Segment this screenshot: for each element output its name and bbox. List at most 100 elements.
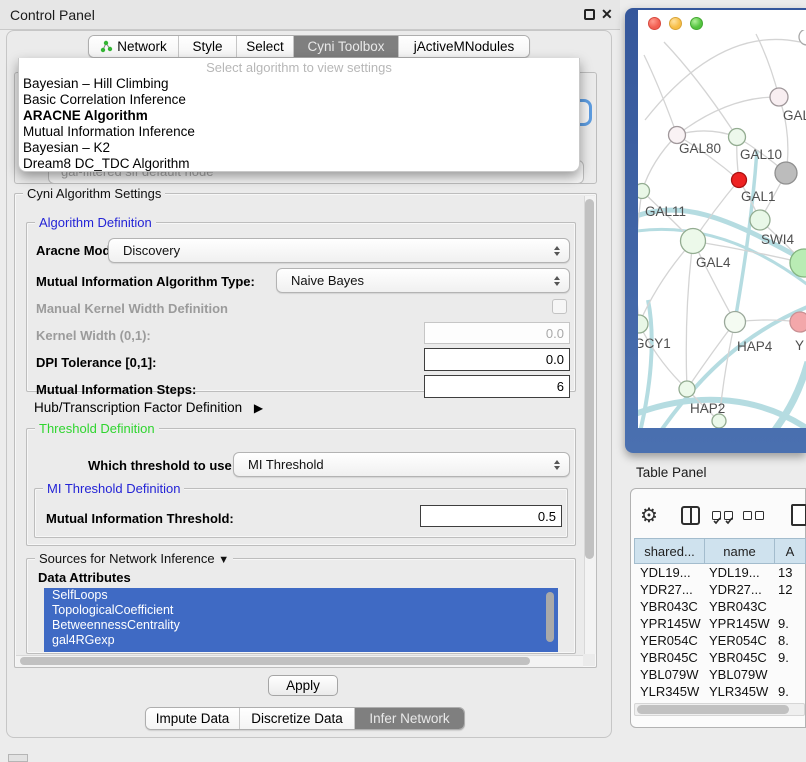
tab-style[interactable]: Style [178, 36, 236, 57]
network-node[interactable] [725, 312, 746, 333]
table-row[interactable]: YDR27...YDR27...12 [634, 581, 806, 598]
network-edge[interactable] [639, 324, 687, 389]
network-node[interactable] [750, 210, 770, 230]
column-header[interactable]: name [705, 538, 775, 564]
network-edge[interactable] [644, 55, 677, 135]
network-node[interactable] [790, 312, 806, 332]
network-node[interactable] [732, 173, 747, 188]
network-edge[interactable] [638, 191, 642, 324]
column-header[interactable]: A [775, 538, 806, 564]
network-edge[interactable] [693, 241, 735, 322]
mi-threshold-field[interactable]: 0.5 [420, 505, 562, 527]
network-node[interactable] [681, 229, 706, 254]
settings-hscroll-thumb[interactable] [20, 657, 530, 665]
network-edge[interactable] [686, 241, 693, 389]
network-node[interactable] [638, 184, 650, 199]
network-node[interactable] [679, 381, 695, 397]
network-node[interactable] [799, 30, 806, 45]
table-cell[interactable]: YDL19... [705, 565, 775, 580]
tab-select[interactable]: Select [236, 36, 293, 57]
checkbox-checked-icon[interactable] [724, 511, 733, 520]
column-header[interactable]: shared... [634, 538, 705, 564]
attribute-item[interactable]: TopologicalCoefficient [44, 603, 558, 618]
table-row[interactable]: YLR345WYLR345W9. [634, 683, 806, 700]
tab-infer-network[interactable]: Infer Network [354, 708, 464, 729]
table-cell[interactable]: YLR345W [634, 684, 705, 699]
new-table-icon[interactable] [791, 504, 806, 526]
table-cell[interactable]: YER054C [634, 633, 705, 648]
dpi-tolerance-field[interactable]: 0.0 [424, 348, 570, 371]
table-cell[interactable]: 9. [775, 684, 806, 699]
tab-impute-data[interactable]: Impute Data [146, 708, 239, 729]
table-cell[interactable]: YBR043C [634, 599, 705, 614]
table-cell[interactable]: 8. [775, 633, 806, 648]
which-threshold-combobox[interactable]: MI Threshold [233, 452, 570, 477]
table-cell[interactable]: YBR043C [705, 599, 775, 614]
table-cell[interactable]: YBL079W [634, 667, 705, 682]
table-cell[interactable]: YBR045C [705, 650, 775, 665]
apply-button[interactable]: Apply [268, 675, 338, 696]
tab-cyni-toolbox[interactable]: Cyni Toolbox [293, 36, 398, 57]
settings-vscroll-thumb[interactable] [585, 199, 594, 559]
network-graph[interactable]: GALGAL80GAL10GAL1GAL11SWI4GAL4GCY1HAP4YH… [638, 30, 806, 428]
table-row[interactable]: YBR043CYBR043C [634, 598, 806, 615]
table-cell[interactable]: YDL19... [634, 565, 705, 580]
split-columns-icon[interactable] [681, 506, 700, 525]
collapse-down-icon[interactable]: ▼ [218, 554, 229, 566]
float-window-icon[interactable] [584, 9, 595, 20]
data-attributes-list[interactable]: SelfLoops TopologicalCoefficient Between… [44, 588, 558, 652]
aracne-mode-combobox[interactable]: Discovery [108, 238, 570, 263]
table-cell[interactable]: 13 [775, 565, 806, 580]
network-node[interactable] [638, 315, 648, 333]
table-cell[interactable]: YLR345W [705, 684, 775, 699]
table-cell[interactable]: 12 [775, 582, 806, 597]
algorithm-option[interactable]: Bayesian – Hill Climbing [19, 76, 579, 92]
table-cell[interactable]: YER054C [705, 633, 775, 648]
attribute-item[interactable]: BetweennessCentrality [44, 618, 558, 633]
table-row[interactable]: YPR145WYPR145W9. [634, 615, 806, 632]
algorithm-option[interactable]: Bayesian – K2 [19, 140, 579, 156]
table-cell[interactable]: YDR27... [705, 582, 775, 597]
hub-definition-toggle[interactable]: Hub/Transcription Factor Definition ▶ [34, 400, 263, 415]
network-edge[interactable] [664, 42, 737, 137]
checkbox-unchecked-icon[interactable] [743, 511, 752, 520]
gear-icon[interactable]: ⚙ [640, 503, 658, 528]
table-row[interactable]: YER054CYER054C8. [634, 632, 806, 649]
checkbox-checked-icon[interactable] [712, 511, 721, 520]
table-cell[interactable]: YPR145W [705, 616, 775, 631]
table-row[interactable]: YBR045CYBR045C9. [634, 649, 806, 666]
algorithm-option[interactable]: Mutual Information Inference [19, 124, 579, 140]
network-node[interactable] [775, 162, 797, 184]
table-row[interactable]: YBL079WYBL079W [634, 666, 806, 683]
network-edge[interactable] [639, 241, 693, 324]
attributes-list-scrollbar[interactable] [546, 592, 554, 642]
table-cell[interactable]: YPR145W [634, 616, 705, 631]
network-node[interactable] [712, 414, 726, 428]
manual-kernel-checkbox[interactable] [552, 299, 567, 314]
close-icon[interactable]: ✕ [601, 6, 613, 23]
table-hscroll-thumb[interactable] [637, 705, 789, 714]
window-zoom-button[interactable] [690, 17, 703, 30]
mi-steps-field[interactable]: 6 [424, 375, 570, 398]
table-row[interactable]: YDL19...YDL19...13 [634, 564, 806, 581]
table-cell[interactable]: YBR045C [634, 650, 705, 665]
network-edge[interactable] [677, 97, 779, 135]
tab-network[interactable]: Network [89, 36, 178, 57]
window-close-button[interactable] [648, 17, 661, 30]
algorithm-option[interactable]: Basic Correlation Inference [19, 92, 579, 108]
table-cell[interactable]: 9. [775, 616, 806, 631]
network-node[interactable] [729, 129, 746, 146]
attribute-item[interactable]: SelfLoops [44, 588, 558, 603]
tab-jactivemnodules[interactable]: jActiveMNodules [398, 36, 529, 57]
checkbox-unchecked-icon[interactable] [755, 511, 764, 520]
minimized-panel-stub[interactable] [8, 754, 28, 762]
table-cell[interactable]: 9. [775, 650, 806, 665]
window-minimize-button[interactable] [669, 17, 682, 30]
table-cell[interactable]: YBL079W [705, 667, 775, 682]
network-edge[interactable] [642, 135, 677, 191]
algorithm-option-selected[interactable]: ARACNE Algorithm [19, 108, 579, 124]
attribute-item[interactable]: gal4RGexp [44, 633, 558, 648]
network-node[interactable] [770, 88, 788, 106]
edge-group-teal[interactable] [638, 150, 806, 428]
kernel-width-field[interactable]: 0.0 [424, 322, 570, 344]
